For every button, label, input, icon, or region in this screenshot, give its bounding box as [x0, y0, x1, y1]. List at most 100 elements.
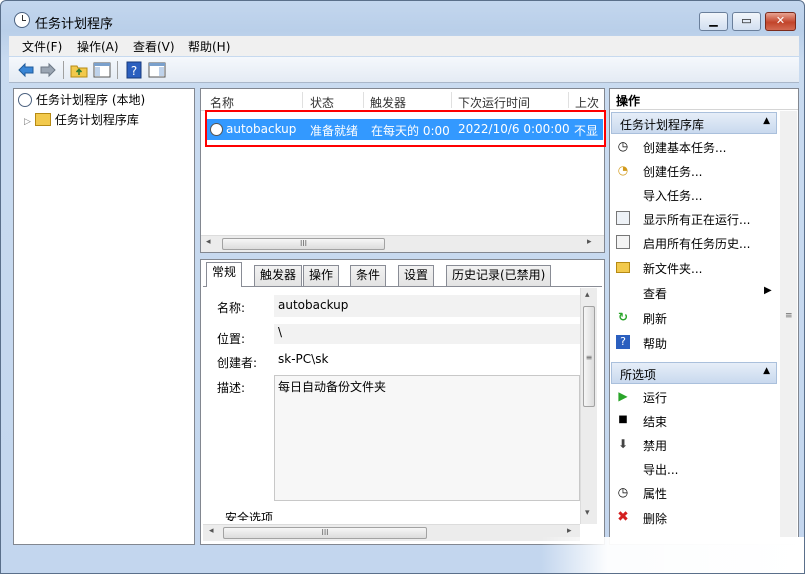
scroll-right-icon[interactable]: ▸ [587, 237, 592, 247]
detail-tabs: 常规 触发器 操作 条件 设置 历史记录(已禁用) [203, 262, 603, 287]
scroll-thumb[interactable]: III [223, 527, 427, 539]
tab-triggers[interactable]: 触发器 [254, 265, 303, 286]
tree-library-label: 任务计划程序库 [54, 113, 139, 127]
action-create-basic-task[interactable]: ◷ 创建基本任务... [614, 137, 779, 157]
minimize-button[interactable]: ▁ [699, 12, 728, 31]
location-label: 位置: [217, 332, 246, 346]
tree-root-label: 任务计划程序 (本地) [36, 93, 146, 107]
close-button[interactable]: ✕ [765, 12, 796, 31]
tree-item-library[interactable]: ▷ 任务计划程序库 [24, 111, 139, 129]
action-show-running[interactable]: 显示所有正在运行... [614, 209, 779, 229]
menu-action[interactable]: 操作(A) [77, 38, 119, 55]
action-disable[interactable]: ⬇ 禁用 [614, 435, 779, 455]
action-import-task[interactable]: 导入任务... [614, 185, 779, 205]
description-field[interactable]: 每日自动备份文件夹 [274, 375, 580, 501]
title-bar[interactable]: 任务计划程序 ▁ ▭ ✕ [1, 1, 804, 35]
column-next-run[interactable]: 下次运行时间 [458, 94, 530, 111]
tab-settings[interactable]: 设置 [398, 265, 435, 286]
expand-chevron-icon[interactable]: ▷ [24, 117, 31, 127]
window-title: 任务计划程序 [35, 17, 114, 32]
close-icon: ✕ [775, 14, 786, 27]
action-export[interactable]: 导出... [614, 459, 779, 479]
location-field[interactable]: \ [274, 324, 580, 344]
task-scheduler-window: 任务计划程序 ▁ ▭ ✕ 文件(F) 操作(A) 查看(V) 帮助(H) ? 任… [0, 0, 805, 574]
column-divider [568, 92, 569, 108]
action-help[interactable]: ? 帮助 [614, 333, 779, 353]
tab-conditions[interactable]: 条件 [350, 265, 387, 286]
scroll-left-icon[interactable]: ◂ [206, 237, 211, 247]
menu-help[interactable]: 帮助(H) [188, 38, 230, 55]
scroll-up-icon[interactable]: ▴ [585, 290, 590, 300]
actions-title: 操作 [610, 89, 798, 110]
show-hide-tree-icon[interactable] [93, 61, 111, 79]
actions-vertical-scrollbar[interactable]: ≡ [780, 111, 797, 544]
maximize-button[interactable]: ▭ [732, 12, 761, 31]
action-new-folder[interactable]: 新文件夹... [614, 258, 779, 278]
tab-general[interactable]: 常规 [206, 262, 243, 287]
new-task-icon: ◔ [617, 163, 629, 177]
collapse-caret-icon[interactable]: ▲ [763, 116, 770, 126]
stop-icon: ■ [618, 414, 628, 425]
name-label: 名称: [217, 301, 246, 315]
collapse-caret-icon[interactable]: ▲ [763, 366, 770, 376]
column-status[interactable]: 状态 [310, 94, 334, 111]
group-selected-item-label: 所选项 [620, 368, 657, 382]
column-last-run[interactable]: 上次 [575, 94, 599, 111]
refresh-icon: ↻ [617, 310, 629, 324]
list-horizontal-scrollbar[interactable]: ◂ III ▸ [201, 235, 604, 252]
clock-icon: ◷ [617, 139, 629, 153]
disable-arrow-icon: ⬇ [617, 437, 629, 451]
help-icon[interactable]: ? [125, 61, 143, 79]
column-divider [363, 92, 364, 108]
back-arrow-icon[interactable] [17, 61, 35, 79]
action-create-task[interactable]: ◔ 创建任务... [614, 161, 779, 181]
column-trigger[interactable]: 触发器 [370, 94, 406, 111]
action-run[interactable]: ▶ 运行 [614, 387, 779, 407]
delete-icon: ✖ [617, 509, 629, 525]
list-header: 名称 状态 触发器 下次运行时间 上次 [201, 89, 604, 111]
action-properties[interactable]: ◷ 属性 [614, 483, 779, 503]
column-divider [302, 92, 303, 108]
action-view[interactable]: 查看 ▶ [614, 283, 779, 303]
blurred-corner-overlay [541, 537, 804, 573]
author-field[interactable]: sk-PC\sk [274, 349, 580, 371]
scroll-right-icon[interactable]: ▸ [567, 526, 572, 536]
action-end[interactable]: ■ 结束 [614, 411, 779, 431]
scroll-left-icon[interactable]: ◂ [209, 526, 214, 536]
scroll-grip-icon[interactable]: ≡ [785, 311, 793, 321]
name-field[interactable]: autobackup [274, 295, 580, 317]
column-name[interactable]: 名称 [210, 94, 234, 111]
detail-horizontal-scrollbar[interactable]: ◂ III ▸ [203, 524, 580, 541]
group-task-library-label: 任务计划程序库 [620, 118, 705, 132]
history-log-icon [616, 235, 630, 249]
properties-clock-icon: ◷ [617, 485, 629, 499]
scroll-down-icon[interactable]: ▾ [585, 508, 590, 518]
scroll-thumb[interactable]: ≡ [583, 306, 595, 407]
menu-file[interactable]: 文件(F) [22, 38, 62, 55]
column-divider [451, 92, 452, 108]
scroll-thumb[interactable]: III [222, 238, 385, 250]
author-label: 创建者: [217, 356, 258, 370]
group-selected-item[interactable]: 所选项 ▲ [611, 362, 777, 384]
svg-text:?: ? [131, 64, 137, 78]
forward-arrow-icon[interactable] [39, 61, 57, 79]
tab-actions[interactable]: 操作 [303, 265, 340, 286]
detail-vertical-scrollbar[interactable]: ▴ ≡ ▾ [580, 288, 597, 524]
show-action-pane-icon[interactable] [148, 61, 166, 79]
maximize-icon: ▭ [741, 14, 752, 27]
up-folder-icon[interactable] [70, 61, 88, 79]
action-enable-history[interactable]: 启用所有任务历史... [614, 233, 779, 253]
tab-history[interactable]: 历史记录(已禁用) [446, 265, 552, 286]
submenu-arrow-icon: ▶ [764, 285, 772, 296]
menu-view[interactable]: 查看(V) [133, 38, 175, 55]
highlight-box [205, 110, 606, 147]
tree-item-root[interactable]: 任务计划程序 (本地) [18, 91, 145, 109]
navigation-tree: 任务计划程序 (本地) ▷ 任务计划程序库 [13, 88, 195, 545]
group-task-library[interactable]: 任务计划程序库 ▲ [611, 112, 777, 134]
folder-icon [616, 262, 630, 273]
toolbar: ? [9, 57, 799, 83]
clock-icon [14, 12, 30, 28]
action-delete[interactable]: ✖ 删除 [614, 508, 779, 528]
minimize-icon: ▁ [709, 14, 718, 27]
action-refresh[interactable]: ↻ 刷新 [614, 308, 779, 328]
